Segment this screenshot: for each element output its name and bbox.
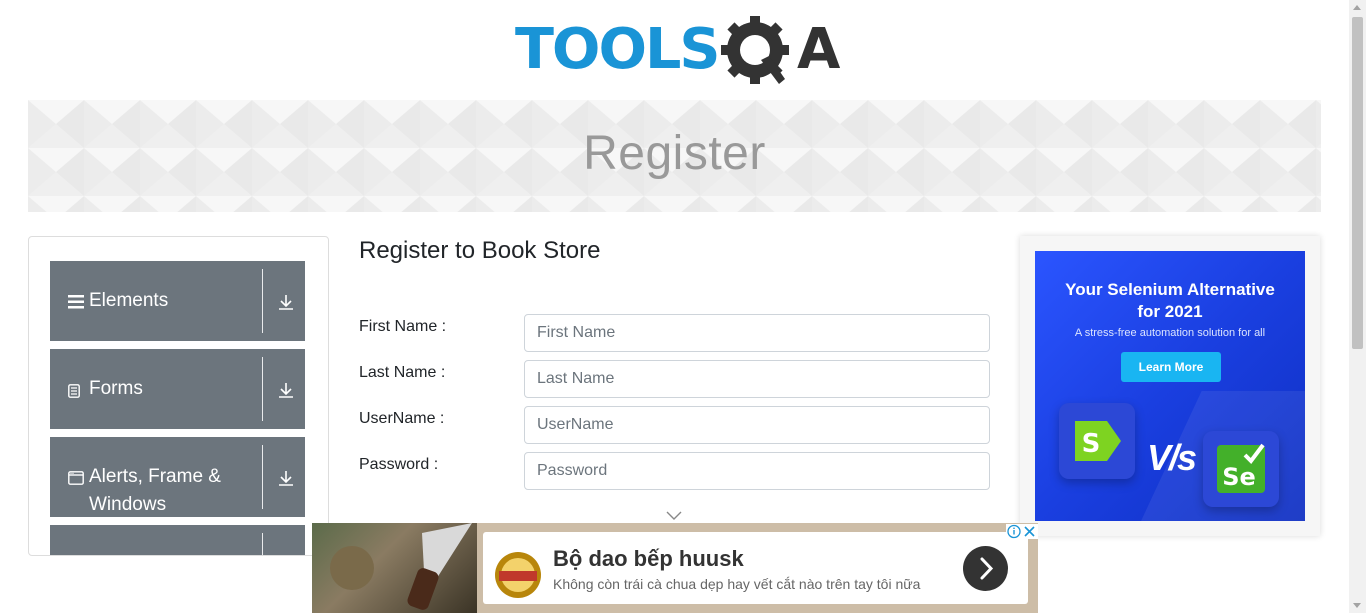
svg-text:Se: Se	[1222, 463, 1256, 491]
toolsqa-logo[interactable]: TOOLS A	[513, 14, 843, 94]
knife-image	[330, 523, 472, 610]
sidebar-group-label: Elements	[89, 290, 169, 311]
password-input[interactable]	[524, 452, 990, 490]
sidebar: Elements Forms Alerts, Frame & Windows	[28, 236, 329, 556]
ad-headline-line-2: for 2021	[1137, 302, 1203, 321]
password-label: Password :	[359, 456, 439, 473]
ad-headline: Your Selenium Alternative for 2021	[1035, 279, 1305, 323]
download-icon[interactable]	[278, 470, 294, 486]
page-title: Register	[583, 127, 766, 180]
page-banner: Register	[28, 100, 1321, 212]
testsigma-logo-tile: S	[1059, 403, 1135, 479]
ad-photo	[312, 523, 477, 613]
sidebar-group-forms[interactable]: Forms	[50, 349, 305, 429]
testsigma-logo-icon: S	[1075, 421, 1121, 461]
logo-a-text: A	[797, 17, 841, 82]
bottom-ad[interactable]: Bộ dao bếp huusk Không còn trái cà chua …	[312, 523, 1038, 613]
scroll-up-arrow-icon[interactable]	[1353, 5, 1361, 10]
window-icon	[68, 471, 84, 485]
ad-title: Bộ dao bếp huusk	[553, 546, 744, 571]
selenium-logo-icon: Se	[1217, 443, 1265, 493]
last-name-label: Last Name :	[359, 364, 446, 381]
ad-go-button[interactable]	[963, 546, 1008, 591]
username-label: UserName :	[359, 410, 445, 427]
page: TOOLS A Register Elements Forms Alerts, …	[0, 0, 1366, 613]
chevron-down-icon[interactable]	[666, 511, 682, 521]
document-icon	[68, 384, 80, 398]
first-name-label: First Name :	[359, 318, 447, 335]
chevron-right-icon	[980, 557, 994, 580]
scroll-down-arrow-icon[interactable]	[1353, 603, 1361, 608]
sidebar-group-elements[interactable]: Elements	[50, 261, 305, 341]
ad-headline-line-1: Your Selenium Alternative	[1065, 280, 1275, 299]
first-name-input[interactable]	[524, 314, 990, 352]
right-ad[interactable]: Your Selenium Alternative for 2021 A str…	[1035, 251, 1305, 521]
scrollbar-thumb[interactable]	[1352, 17, 1363, 349]
vertical-scrollbar[interactable]	[1349, 0, 1366, 613]
ad-subtitle: Không còn trái cà chua dẹp hay vết cắt n…	[553, 576, 921, 592]
divider	[262, 357, 263, 421]
versus-text: V/s	[1147, 437, 1197, 478]
guarantee-seal-icon	[495, 552, 541, 598]
svg-text:S: S	[1082, 429, 1101, 459]
download-icon[interactable]	[278, 294, 294, 310]
username-input[interactable]	[524, 406, 990, 444]
right-ad-container: Your Selenium Alternative for 2021 A str…	[1020, 236, 1320, 536]
sidebar-group-label: Alerts, Frame & Windows	[89, 466, 221, 515]
form-title: Register to Book Store	[359, 237, 601, 264]
sidebar-group-next[interactable]	[50, 525, 305, 555]
divider	[262, 445, 263, 509]
sidebar-group-alerts-frame-windows[interactable]: Alerts, Frame & Windows	[50, 437, 305, 517]
last-name-input[interactable]	[524, 360, 990, 398]
adchoices-badge[interactable]	[1006, 524, 1038, 539]
adchoices-icon	[1007, 524, 1035, 539]
divider	[262, 269, 263, 333]
divider	[262, 533, 263, 555]
learn-more-button[interactable]: Learn More	[1121, 352, 1221, 382]
gear-magnifier-icon	[721, 16, 789, 84]
ad-subline: A stress-free automation solution for al…	[1074, 327, 1266, 339]
hamburger-icon	[68, 295, 84, 309]
sidebar-group-label: Forms	[89, 378, 143, 399]
ad-card[interactable]: Bộ dao bếp huusk Không còn trái cà chua …	[483, 532, 1028, 604]
logo-tools-text: TOOLS	[515, 17, 720, 82]
selenium-logo-tile: Se	[1203, 431, 1279, 507]
download-icon[interactable]	[278, 382, 294, 398]
